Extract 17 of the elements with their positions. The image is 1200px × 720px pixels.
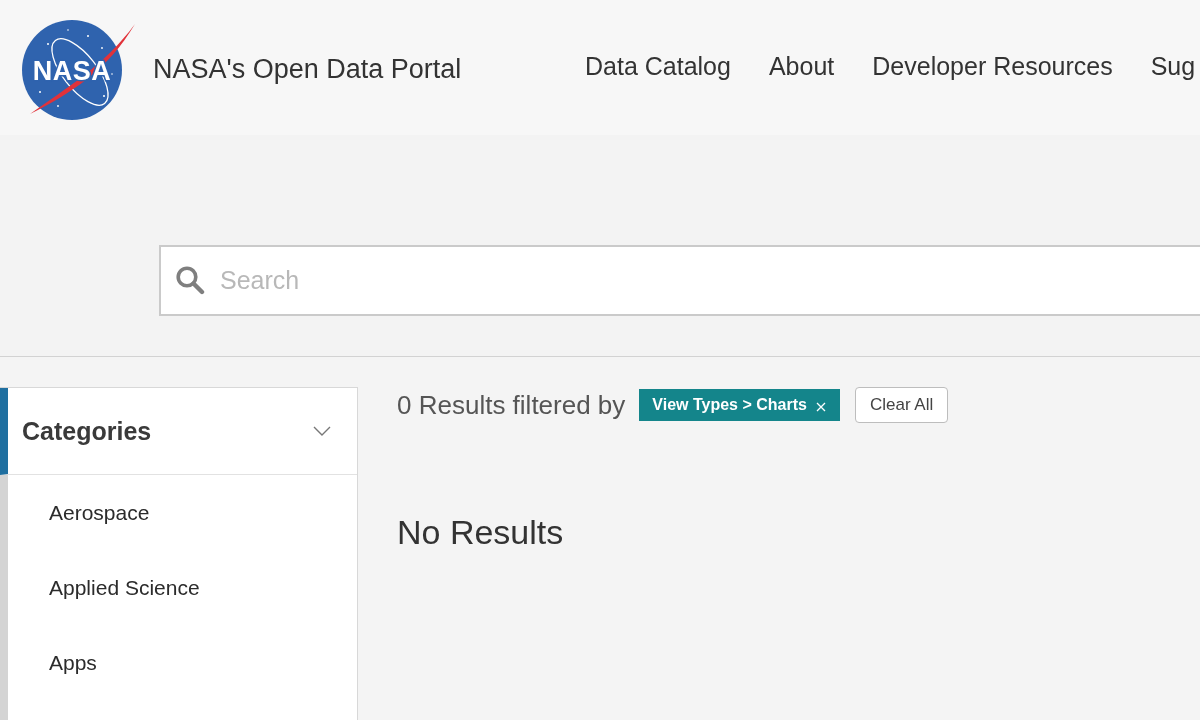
site-title: NASA's Open Data Portal (153, 52, 462, 86)
nav-link[interactable]: Data Catalog (585, 49, 731, 82)
sidebar-item[interactable]: Apps (8, 625, 97, 700)
nav-link[interactable]: Sug (1150, 49, 1196, 82)
chevron-down-icon (313, 426, 331, 436)
section-header[interactable]: Categories (0, 388, 357, 475)
clear-all-button[interactable]: Clear All (854, 387, 949, 423)
nav-link[interactable]: About (768, 49, 835, 82)
sidebar-item[interactable]: Aerospace (8, 475, 150, 550)
search-field[interactable]: Search (159, 245, 1200, 316)
empty-message: No Results (397, 512, 564, 552)
nav-link[interactable]: Developer Resources (872, 49, 1113, 82)
search-icon (175, 265, 205, 295)
results-summary: 0 Results filtered by (397, 389, 626, 421)
filter-chip[interactable]: View Types > Charts (639, 389, 840, 421)
close-icon (815, 401, 826, 412)
sidebar-item[interactable]: Applied Science (8, 550, 200, 625)
